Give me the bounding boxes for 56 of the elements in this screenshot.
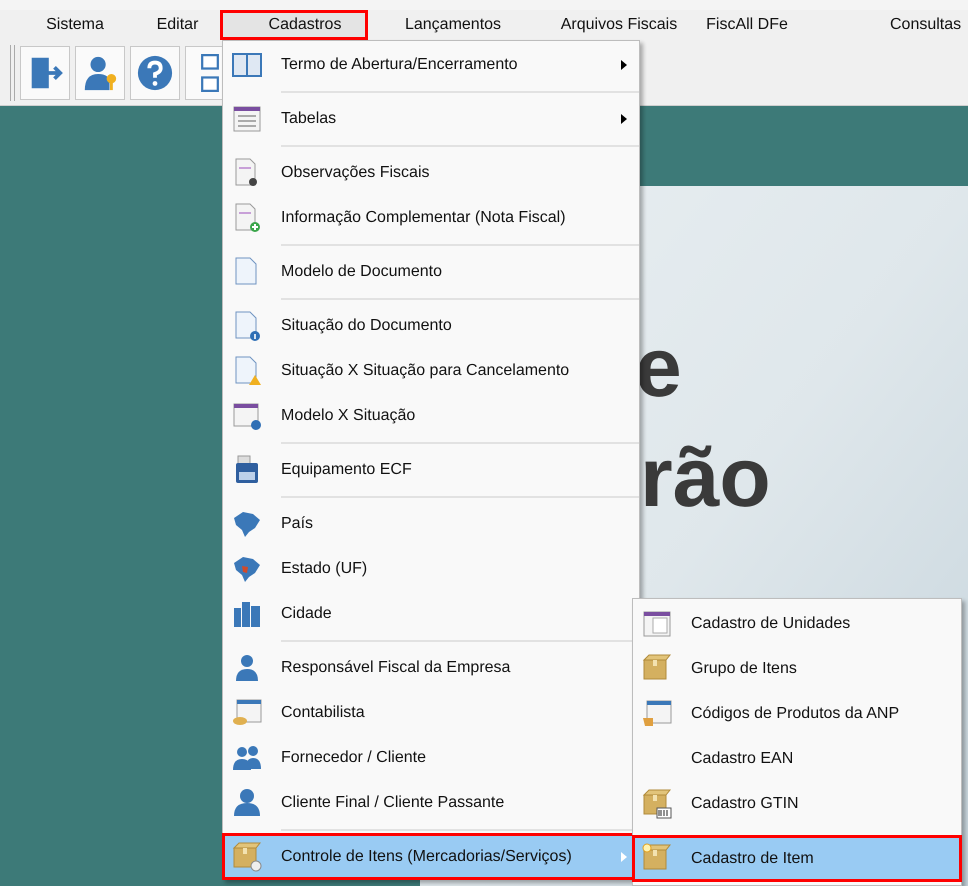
menu-item-label: Modelo de Documento <box>281 262 442 282</box>
menu-item-label: Cliente Final / Cliente Passante <box>281 792 504 812</box>
submenu-arrow-icon <box>621 114 627 124</box>
menu-item[interactable]: Estado (UF) <box>223 546 639 591</box>
menu-item-label: Cadastro GTIN <box>691 794 799 814</box>
menu-bar-item[interactable]: FiscAll DFe <box>700 10 794 40</box>
menu-item-label: Cadastro EAN <box>691 748 794 768</box>
menu-item[interactable]: Cadastro GTIN <box>633 781 961 826</box>
menu-bar-item[interactable]: Arquivos Fiscais <box>538 10 700 40</box>
menu-bar-item[interactable]: Lançamentos <box>368 10 538 40</box>
menu-item-icon <box>641 788 673 820</box>
menu-item[interactable]: Termo de Abertura/Encerramento <box>223 42 639 96</box>
menu-item-label: Informação Complementar (Nota Fiscal) <box>281 208 566 228</box>
menu-item-label: Grupo de Itens <box>691 658 797 678</box>
menu-item-label: Estado (UF) <box>281 558 368 578</box>
menu-item-label: Tabelas <box>281 108 336 128</box>
menu-item-label: Observações Fiscais <box>281 162 430 182</box>
submenu-arrow-icon <box>621 852 627 862</box>
menu-item-label: Cidade <box>281 604 332 624</box>
menu-item-icon <box>231 786 263 818</box>
menu-item-label: País <box>281 514 314 534</box>
menu-item-label: Cadastro de Unidades <box>691 614 850 634</box>
help-icon <box>136 54 174 92</box>
menu-item[interactable]: Cadastro de Unidades <box>633 601 961 646</box>
menu-item[interactable]: País <box>223 501 639 546</box>
menu-item[interactable]: Códigos de Produtos da ANP <box>633 691 961 736</box>
menu-item[interactable]: Grupo de Itens <box>633 646 961 691</box>
menu-item[interactable]: Tabelas <box>223 96 639 150</box>
menu-item[interactable]: Equipamento ECF <box>223 447 639 501</box>
submenu-arrow-icon <box>621 60 627 70</box>
menu-bar-item[interactable]: Cadastros <box>220 10 368 40</box>
toolbar-button[interactable] <box>20 46 70 100</box>
menu-item-label: Modelo X Situação <box>281 406 416 426</box>
menu-item-label: Situação X Situação para Cancelamento <box>281 360 570 380</box>
menu-bar-item[interactable]: Sistema <box>15 10 135 40</box>
menu-item-label: Fornecedor / Cliente <box>281 748 426 768</box>
menu-item-label: Controle de Itens (Mercadorias/Serviços) <box>281 846 572 866</box>
menu-item-icon <box>231 840 263 872</box>
menu-bar-item[interactable]: Editar <box>135 10 220 40</box>
menu-item[interactable]: Modelo de Documento <box>223 249 639 303</box>
menu-bar-item[interactable]: Consultas <box>794 10 968 40</box>
banner-text: rão <box>640 429 772 526</box>
menu-item-label: Contabilista <box>281 702 365 722</box>
menu-item-label: Cadastro de Item <box>691 848 814 868</box>
menu-item[interactable]: Informação Complementar (Nota Fiscal) <box>223 195 639 249</box>
menu-item-label: Situação do Documento <box>281 316 452 336</box>
toolbar-button[interactable] <box>130 46 180 100</box>
toolbar-button[interactable] <box>75 46 125 100</box>
menu-item[interactable]: Observações Fiscais <box>223 150 639 195</box>
toolbar-grip <box>10 44 15 100</box>
menu-item[interactable]: Cadastro de Item <box>633 836 961 881</box>
menu-item-label: Códigos de Produtos da ANP <box>691 704 900 724</box>
menu-item[interactable]: Cadastro EAN <box>633 736 961 781</box>
menu-item-label: Termo de Abertura/Encerramento <box>281 54 518 74</box>
menu-item-label: Responsável Fiscal da Empresa <box>281 658 510 678</box>
menu-item-label: Equipamento ECF <box>281 460 412 480</box>
